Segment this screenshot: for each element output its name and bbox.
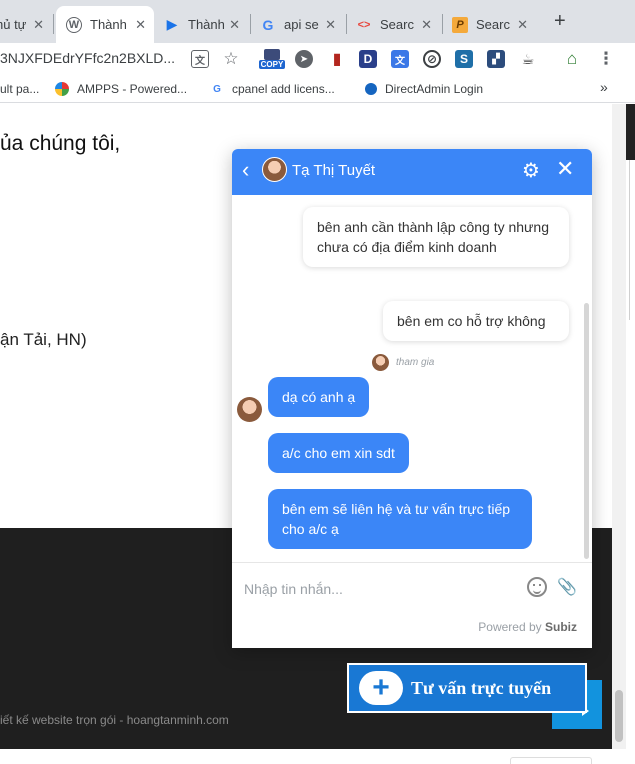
coffee-extension-icon[interactable]: ☕: [519, 50, 537, 68]
screen: hủ tự ✕ W Thành ✕ ▶ Thành ✕ G api se ✕ <…: [0, 0, 635, 764]
join-notice: tham gia: [396, 357, 435, 368]
wordpress-icon: W: [66, 16, 82, 33]
online-consult-label: Tư vấn trực tuyến: [411, 677, 552, 698]
message-agent-3: bên em sẽ liên hệ và tư vấn trực tiếp ch…: [268, 489, 532, 549]
tab-1-close-icon[interactable]: ✕: [33, 17, 44, 33]
cursor-extension-icon[interactable]: ➤: [295, 50, 313, 68]
chat-widget: ‹ Tạ Thị Tuyết ⚙ ✕ bên anh cần thành lập…: [232, 149, 592, 648]
tab-1-title: hủ tự: [0, 17, 27, 32]
bookmarks-bar: ult pa... AMPPS - Powered... G cpanel ad…: [0, 77, 635, 103]
google-icon: G: [262, 16, 274, 33]
message-agent-1: dạ có anh ạ: [268, 377, 370, 417]
page-address-text: ận Tải, HN): [0, 330, 87, 349]
message-agent-2: a/c cho em xin sdt: [268, 433, 409, 473]
chevron-left-icon[interactable]: ‹: [242, 158, 249, 182]
tab-3[interactable]: ▶ Thành ✕: [156, 6, 248, 43]
message-visitor-1: bên anh cần thành lập công ty nhưng chưa…: [303, 207, 569, 267]
tab-6-title: Searc: [476, 17, 510, 32]
agent-name: Tạ Thị Tuyết: [292, 162, 376, 179]
star-icon[interactable]: ☆: [222, 49, 240, 68]
copy-box-icon: [264, 49, 280, 60]
tab-2-close-icon[interactable]: ✕: [135, 17, 146, 33]
s-extension-icon[interactable]: S: [455, 50, 473, 68]
tab-3-title: Thành: [188, 17, 225, 32]
menu-kebab-icon[interactable]: ⋮: [597, 49, 615, 68]
url-text[interactable]: 3NJXFDEdrYFfc2n2BXLD...: [0, 50, 175, 66]
powered-by: Powered by Subiz: [478, 620, 577, 634]
message-visitor-2: bên em co hỗ trợ không: [383, 301, 569, 341]
message-input[interactable]: [244, 581, 514, 597]
emoji-icon[interactable]: [527, 577, 547, 597]
tab-4-title: api se: [284, 17, 319, 32]
tab-2-title: Thành: [90, 17, 127, 32]
right-edge-panel: [626, 104, 635, 160]
right-edge-divider: [629, 160, 635, 320]
tab-1[interactable]: hủ tự ✕: [0, 6, 48, 43]
gear-icon[interactable]: ⚙: [522, 158, 540, 183]
bookmark-2-label: AMPPS - Powered...: [77, 82, 188, 96]
tab-6-close-icon[interactable]: ✕: [517, 17, 528, 33]
tab-divider: [442, 14, 443, 34]
tab-divider: [53, 14, 54, 34]
translate-icon[interactable]: 文: [191, 50, 209, 68]
directadmin-icon: [365, 83, 377, 95]
tab-2[interactable]: W Thành ✕: [56, 6, 154, 43]
copy-label: COPY: [258, 60, 286, 69]
chat-messages: bên anh cần thành lập công ty nhưng chưa…: [232, 195, 592, 562]
chat-scrollbar[interactable]: [584, 303, 589, 559]
block-extension-icon[interactable]: ⊘: [423, 50, 441, 68]
copy-extension-icon[interactable]: COPY: [258, 46, 286, 72]
bookmark-1[interactable]: ult pa...: [0, 82, 39, 96]
chat-header: ‹ Tạ Thị Tuyết ⚙ ✕: [232, 149, 592, 195]
google-icon: G: [213, 83, 221, 95]
footer-credit-link[interactable]: iết kế website trọn gói - hoangtanminh.c…: [0, 713, 229, 727]
tab-divider: [346, 14, 347, 34]
home-extension-icon[interactable]: ⌂: [563, 49, 581, 68]
page-heading-text: ủa chúng tôi,: [0, 132, 121, 155]
tab-4[interactable]: G api se ✕: [252, 6, 344, 43]
window-extension-icon[interactable]: ▞: [487, 50, 505, 68]
ampps-icon: [55, 82, 69, 96]
page-scrollbar-thumb[interactable]: [615, 690, 623, 742]
chat-composer: 📎 Powered by Subiz: [232, 562, 592, 648]
new-tab-button[interactable]: +: [554, 10, 566, 33]
bookmark-4[interactable]: DirectAdmin Login: [365, 82, 483, 96]
bookmark-3[interactable]: G cpanel add licens...: [210, 82, 335, 96]
page-scrollbar-track[interactable]: [612, 104, 626, 749]
bottom-tab-handle: [510, 757, 592, 764]
arrow-play-icon: ▶: [166, 16, 178, 32]
tab-divider: [250, 14, 251, 34]
bookmark-extension-icon[interactable]: ▮: [328, 50, 346, 68]
tab-5-close-icon[interactable]: ✕: [421, 17, 432, 33]
tab-6[interactable]: P Searc ✕: [444, 6, 536, 43]
translate-extension-icon[interactable]: 文: [391, 50, 409, 68]
code-icon: <>: [357, 18, 371, 31]
powered-by-brand[interactable]: Subiz: [545, 620, 577, 634]
tab-5[interactable]: <> Searc ✕: [348, 6, 440, 43]
close-icon[interactable]: ✕: [556, 156, 574, 182]
powered-by-prefix: Powered by: [478, 620, 542, 634]
tab-strip: hủ tự ✕ W Thành ✕ ▶ Thành ✕ G api se ✕ <…: [0, 0, 635, 43]
tab-4-close-icon[interactable]: ✕: [325, 17, 336, 33]
d-extension-icon[interactable]: D: [359, 50, 377, 68]
address-bar-row: 3NJXFDEdrYFfc2n2BXLD... 文 ☆ COPY ➤ ▮ D 文…: [0, 43, 635, 77]
agent-message-avatar: [237, 397, 262, 422]
bookmark-4-label: DirectAdmin Login: [385, 82, 484, 96]
join-avatar: [372, 354, 389, 371]
tab-5-title: Searc: [380, 17, 414, 32]
tab-3-close-icon[interactable]: ✕: [229, 17, 240, 33]
bookmark-1-label: ult pa...: [0, 82, 40, 96]
bookmarks-overflow-button[interactable]: »: [600, 79, 608, 95]
plus-icon: +: [359, 671, 403, 705]
paperclip-icon[interactable]: 📎: [557, 577, 577, 597]
p-logo-icon: P: [452, 16, 468, 33]
online-consult-button[interactable]: + Tư vấn trực tuyến: [347, 663, 587, 713]
bookmark-3-label: cpanel add licens...: [232, 82, 335, 96]
bookmark-2[interactable]: AMPPS - Powered...: [55, 82, 187, 96]
agent-avatar: [262, 157, 287, 182]
